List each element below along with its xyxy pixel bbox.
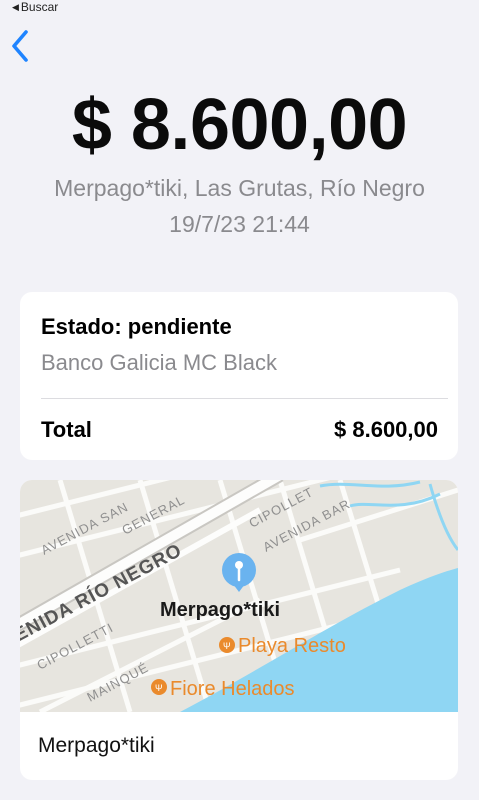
merchant-location-card[interactable]: AVENIDA SAN GENERAL CIPOLLET AVENIDA BAR… (20, 480, 458, 780)
merchant-map[interactable]: AVENIDA SAN GENERAL CIPOLLET AVENIDA BAR… (20, 480, 458, 712)
chevron-left-icon (12, 30, 28, 62)
poi-playa-resto[interactable]: Ψ Playa Resto (219, 635, 346, 657)
status-back-to-search[interactable]: ◀ Buscar (12, 0, 58, 14)
total-label: Total (41, 417, 92, 442)
poi-fiore-helados[interactable]: Ψ Fiore Helados (151, 678, 295, 700)
total-value: $ 8.600,00 (334, 417, 438, 442)
poi-label: Playa Resto (238, 635, 346, 657)
poi-label: Fiore Helados (170, 678, 295, 700)
transaction-details-card: Estado: pendiente Banco Galicia MC Black… (20, 292, 458, 460)
svg-text:Ψ: Ψ (155, 683, 163, 693)
card-name: Banco Galicia MC Black (41, 350, 277, 375)
back-button[interactable] (8, 28, 34, 64)
back-search-label: Buscar (20, 0, 59, 14)
status-text: Estado: pendiente (41, 314, 232, 339)
merchant-caption: Merpago*tiki (38, 734, 155, 757)
merchant-location: Merpago*tiki, Las Grutas, Río Negro (54, 175, 425, 201)
transaction-amount: $ 8.600,00 (71, 85, 408, 165)
transaction-datetime: 19/7/23 21:44 (169, 211, 310, 237)
divider (41, 398, 448, 399)
svg-text:Ψ: Ψ (223, 641, 231, 651)
back-triangle-icon: ◀ (12, 1, 19, 12)
pin-label: Merpago*tiki (160, 599, 280, 621)
